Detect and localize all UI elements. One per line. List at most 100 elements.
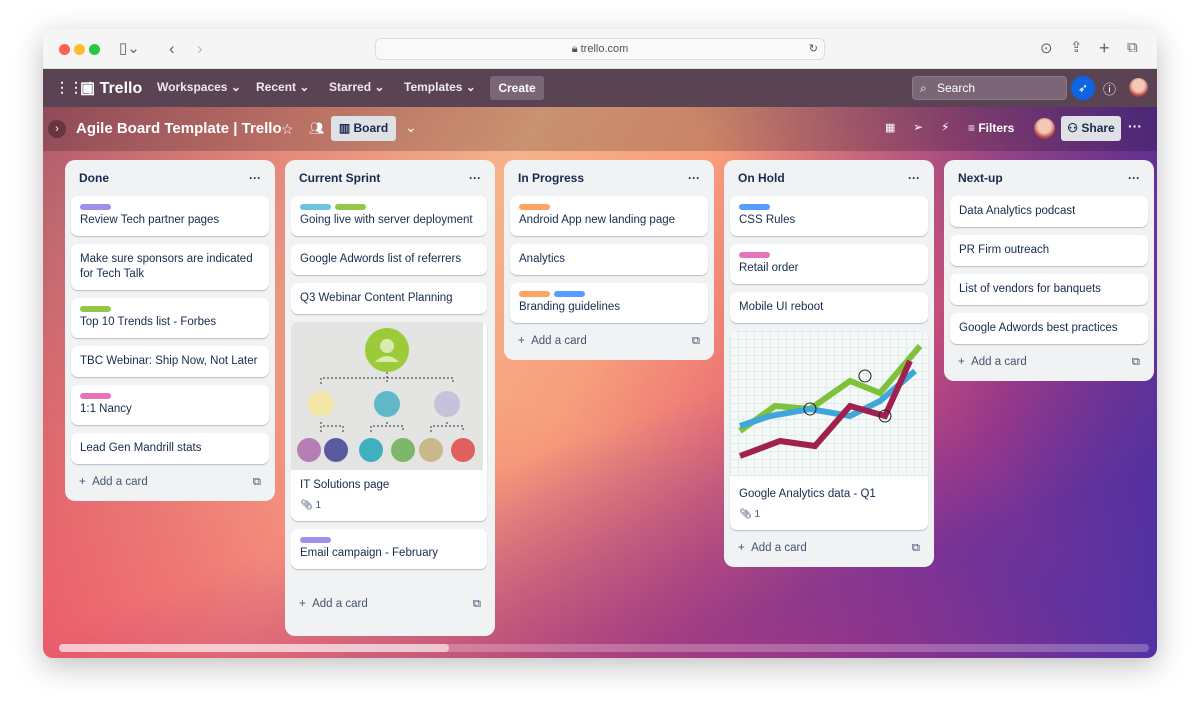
- trello-logo[interactable]: ▣ Trello: [80, 78, 142, 98]
- list-header[interactable]: In Progress ···: [510, 160, 708, 196]
- new-tab-icon[interactable]: +: [1099, 39, 1110, 57]
- card[interactable]: Android App new landing page: [510, 196, 708, 236]
- download-icon[interactable]: ⊙: [1040, 41, 1053, 56]
- board-view-button[interactable]: ▥ Board: [331, 116, 396, 141]
- card[interactable]: 1:1 Nancy: [71, 385, 269, 425]
- add-card-button[interactable]: + Add a card: [79, 476, 148, 489]
- label-purple[interactable]: [80, 204, 111, 210]
- power-ups-icon[interactable]: ➢: [913, 120, 923, 134]
- label-pink[interactable]: [739, 252, 770, 258]
- minimize-window-button[interactable]: [74, 44, 85, 55]
- add-card-button[interactable]: + Add a card: [299, 598, 368, 611]
- list-menu-icon[interactable]: ···: [688, 171, 700, 185]
- list-on-hold[interactable]: On Hold ··· CSS Rules Retail order Mobile UI…: [724, 160, 934, 567]
- create-from-template-icon[interactable]: ⧉: [1132, 356, 1140, 369]
- card[interactable]: IT Solutions page 📎︎ 1: [291, 322, 487, 521]
- board-menu-icon[interactable]: ···: [1128, 118, 1142, 134]
- card[interactable]: Top 10 Trends list - Forbes: [71, 298, 269, 338]
- label-orange[interactable]: [519, 204, 550, 210]
- views-chevron-icon[interactable]: ⌄: [405, 119, 417, 136]
- create-from-template-icon[interactable]: ⧉: [912, 542, 920, 555]
- list-menu-icon[interactable]: ···: [1128, 171, 1140, 185]
- calendar-icon[interactable]: ▦: [885, 121, 895, 134]
- star-icon[interactable]: ☆: [281, 121, 294, 138]
- list-title[interactable]: Current Sprint: [299, 171, 380, 185]
- visibility-icon[interactable]: 👥︎: [309, 121, 324, 135]
- avatar[interactable]: [1129, 78, 1148, 97]
- nav-templates[interactable]: Templates ⌄: [404, 80, 476, 94]
- list-header[interactable]: Current Sprint ···: [291, 160, 489, 196]
- list-next-up[interactable]: Next-up ··· Data Analytics podcast PR Firm …: [944, 160, 1154, 381]
- card[interactable]: Make sure sponsors are indicated for Tec…: [71, 244, 269, 290]
- label-pink[interactable]: [80, 393, 111, 399]
- add-card-button[interactable]: + Add a card: [958, 356, 1027, 369]
- board-scrollbar[interactable]: [59, 644, 1149, 652]
- card[interactable]: Google Adwords best practices: [950, 313, 1148, 344]
- nav-recent[interactable]: Recent ⌄: [256, 80, 309, 94]
- create-from-template-icon[interactable]: ⧉: [692, 335, 700, 348]
- label-green[interactable]: [80, 306, 111, 312]
- card[interactable]: Email campaign - February: [291, 529, 487, 569]
- label-green[interactable]: [335, 204, 366, 210]
- forward-icon[interactable]: ›: [197, 40, 203, 57]
- nav-workspaces[interactable]: Workspaces ⌄: [157, 80, 241, 94]
- list-title[interactable]: On Hold: [738, 171, 785, 185]
- list-menu-icon[interactable]: ···: [469, 171, 481, 185]
- nav-starred[interactable]: Starred ⌄: [329, 80, 384, 94]
- card[interactable]: Google Analytics data - Q1 📎︎ 1: [730, 331, 928, 530]
- automation-icon[interactable]: ⚡︎: [941, 120, 949, 134]
- card[interactable]: Analytics: [510, 244, 708, 275]
- address-bar[interactable]: 🔒︎ trello.com ↻: [375, 38, 825, 60]
- help-icon[interactable]: ⓘ: [1103, 79, 1116, 98]
- list-header[interactable]: Done ···: [71, 160, 269, 196]
- list-current-sprint[interactable]: Current Sprint ··· Going live with server …: [285, 160, 495, 636]
- card[interactable]: List of vendors for banquets: [950, 274, 1148, 305]
- list-header[interactable]: On Hold ···: [730, 160, 928, 196]
- card[interactable]: Google Adwords list of referrers: [291, 244, 487, 275]
- card[interactable]: CSS Rules: [730, 196, 928, 236]
- search-input[interactable]: ⌕ Search: [912, 76, 1067, 100]
- expand-sidebar-button[interactable]: ›: [48, 120, 66, 138]
- add-card-button[interactable]: + Add a card: [518, 335, 587, 348]
- list-menu-icon[interactable]: ···: [908, 171, 920, 185]
- card[interactable]: Review Tech partner pages: [71, 196, 269, 236]
- back-icon[interactable]: ‹: [169, 40, 175, 57]
- card[interactable]: Mobile UI reboot: [730, 292, 928, 323]
- card[interactable]: Branding guidelines: [510, 283, 708, 323]
- label-blue[interactable]: [554, 291, 585, 297]
- reload-icon[interactable]: ↻: [809, 39, 818, 59]
- create-button[interactable]: Create: [490, 76, 544, 100]
- share-button[interactable]: ⚇ Share: [1061, 116, 1121, 141]
- scrollbar-thumb[interactable]: [59, 644, 449, 652]
- card[interactable]: TBC Webinar: Ship Now, Not Later: [71, 346, 269, 377]
- sidebar-toggle-icon[interactable]: ▯⌄: [119, 41, 140, 56]
- create-from-template-icon[interactable]: ⧉: [473, 598, 481, 611]
- list-title[interactable]: Next-up: [958, 171, 1003, 185]
- share-icon[interactable]: ⇪: [1070, 40, 1083, 55]
- close-window-button[interactable]: [59, 44, 70, 55]
- zoom-window-button[interactable]: [89, 44, 100, 55]
- list-done[interactable]: Done ··· Review Tech partner pages Make sur…: [65, 160, 275, 501]
- card[interactable]: Going live with server deployment: [291, 196, 487, 236]
- add-card-button[interactable]: + Add a card: [738, 542, 807, 555]
- board-title[interactable]: Agile Board Template | Trello: [76, 120, 282, 137]
- card[interactable]: Retail order: [730, 244, 928, 284]
- label-teal[interactable]: [300, 204, 331, 210]
- create-from-template-icon[interactable]: ⧉: [253, 476, 261, 489]
- list-title[interactable]: Done: [79, 171, 109, 185]
- label-orange[interactable]: [519, 291, 550, 297]
- rocket-icon[interactable]: ➶: [1071, 76, 1095, 100]
- list-header[interactable]: Next-up ···: [950, 160, 1148, 196]
- list-title[interactable]: In Progress: [518, 171, 584, 185]
- card[interactable]: Data Analytics podcast: [950, 196, 1148, 227]
- tabs-overview-icon[interactable]: ⧉: [1127, 40, 1138, 55]
- member-avatar[interactable]: [1034, 118, 1055, 139]
- card[interactable]: Q3 Webinar Content Planning: [291, 283, 487, 314]
- list-in-progress[interactable]: In Progress ··· Android App new landing pa…: [504, 160, 714, 360]
- card[interactable]: PR Firm outreach: [950, 235, 1148, 266]
- card[interactable]: Lead Gen Mandrill stats: [71, 433, 269, 464]
- label-purple[interactable]: [300, 537, 331, 543]
- list-menu-icon[interactable]: ···: [249, 171, 261, 185]
- filters-button[interactable]: ≡ Filters: [968, 121, 1014, 135]
- label-blue[interactable]: [739, 204, 770, 210]
